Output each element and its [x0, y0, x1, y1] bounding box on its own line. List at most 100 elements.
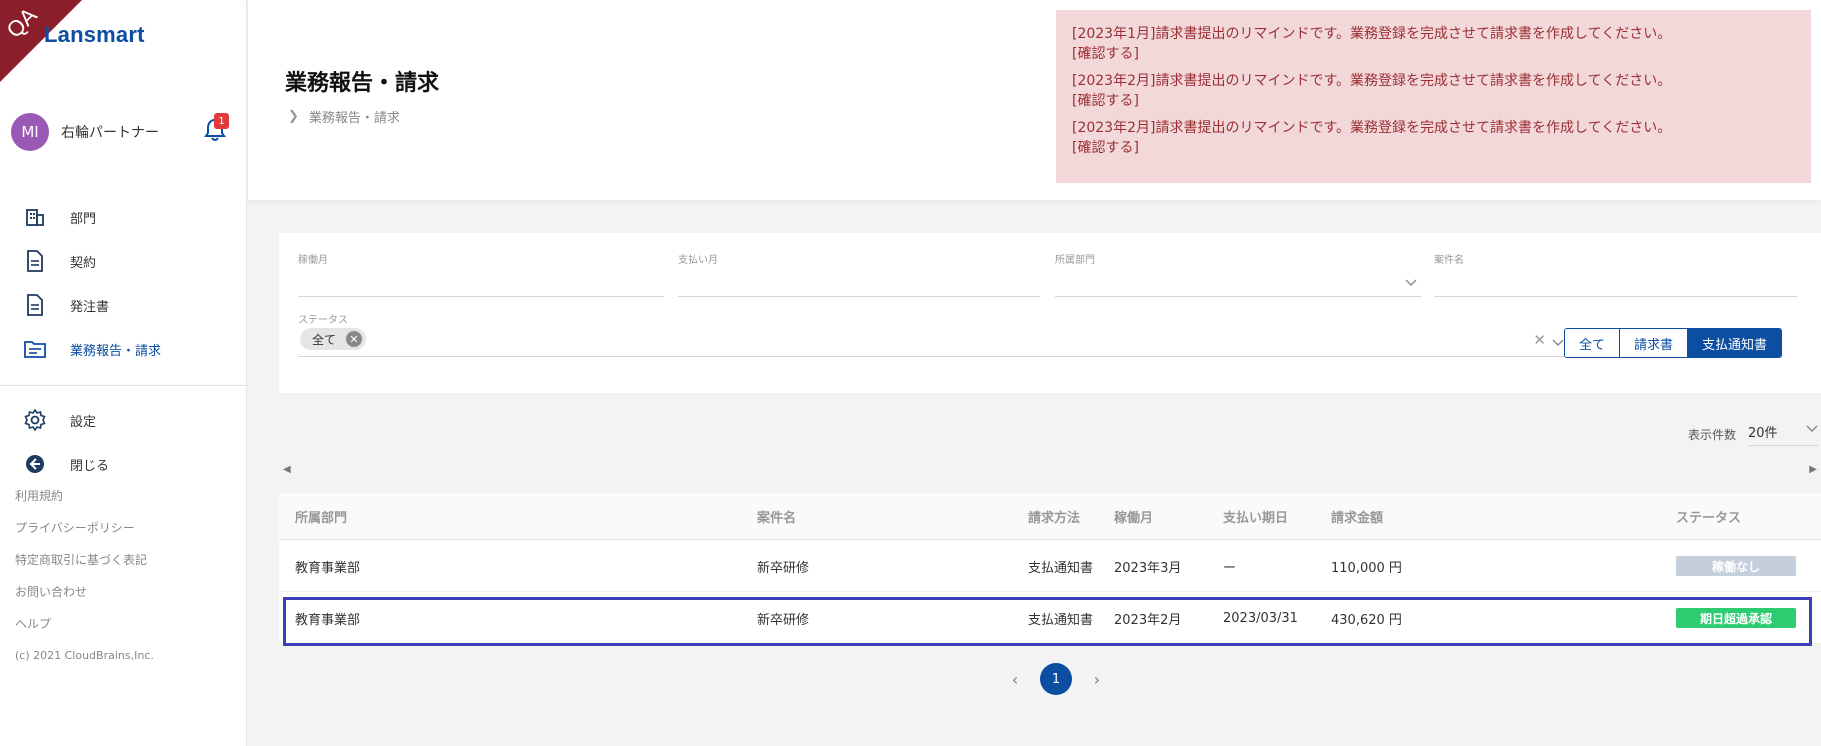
page-size-control: 表示件数 20件 [1688, 422, 1819, 446]
sidebar-nav: 部門 契約 発注書 業務報告・請求 設定 閉じる [0, 195, 246, 486]
sidebar-item-contract[interactable]: 契約 [0, 239, 246, 283]
alert-text: [2023年1月]請求書提出のリマインドです。業務登録を完成させて請求書を作成し… [1072, 26, 1672, 42]
sidebar-item-work-report[interactable]: 業務報告・請求 [0, 327, 246, 371]
breadcrumb: ❯ 業務報告・請求 [288, 107, 400, 126]
sidebar-item-label: 業務報告・請求 [70, 343, 162, 359]
breadcrumb-item[interactable]: 業務報告・請求 [309, 107, 400, 126]
cell-project: 新卒研修 [757, 612, 810, 628]
status-chip[interactable]: 全て ✕ [300, 328, 367, 350]
next-page-icon[interactable]: › [1082, 670, 1112, 689]
alert-item: [2023年1月]請求書提出のリマインドです。業務登録を完成させて請求書を作成し… [1072, 24, 1795, 64]
privacy-link[interactable]: プライバシーポリシー [15, 519, 154, 551]
chevron-down-icon [1405, 275, 1417, 291]
status-select[interactable]: ステータス ✕ [298, 311, 1568, 357]
column-header: 請求金額 [1331, 510, 1384, 526]
horizontal-scrollbar[interactable]: ◀ ▶ [279, 460, 1821, 478]
copyright: (c) 2021 CloudBrains,Inc. [15, 649, 154, 662]
sidebar-item-label: 発注書 [70, 299, 110, 315]
notification-badge: 1 [214, 113, 229, 129]
chip-remove-icon[interactable]: ✕ [346, 331, 363, 347]
department-label: 所属部門 [1055, 255, 1095, 266]
pagination: ‹ 1 › [1000, 663, 1112, 695]
document-icon [24, 294, 46, 316]
user-profile[interactable]: MI 右輪パートナー [11, 113, 159, 151]
terms-link[interactable]: 利用規約 [15, 487, 154, 519]
reminder-alert: [2023年1月]請求書提出のリマインドです。業務登録を完成させて請求書を作成し… [1056, 10, 1811, 183]
payment-month-label: 支払い月 [678, 255, 718, 266]
logo-text: Lansmart [44, 22, 145, 47]
cell-department: 教育事業部 [295, 612, 361, 628]
alert-text: [2023年2月]請求書提出のリマインドです。業務登録を完成させて請求書を作成し… [1072, 120, 1672, 136]
table-row[interactable]: 教育事業部 新卒研修 支払通知書 2023年3月 ー 110,000 円 稼働な… [279, 540, 1821, 592]
sidebar: QA Lansmart MI 右輪パートナー 1 部門 契約 発注書 業務報告・… [0, 0, 247, 746]
payment-month-field[interactable]: 支払い月 [678, 251, 1040, 297]
filter-panel: 稼働月 支払い月 所属部門 案件名 ステータス ✕ 全て ✕ [279, 233, 1821, 393]
confirm-link[interactable]: [確認する] [1072, 44, 1795, 64]
column-header: 支払い期日 [1223, 510, 1289, 526]
work-month-field[interactable]: 稼働月 [298, 251, 664, 297]
column-header: 所属部門 [295, 510, 348, 526]
gear-icon [24, 409, 46, 431]
commerce-law-link[interactable]: 特定商取引に基づく表記 [15, 551, 154, 583]
sidebar-collapse-button[interactable]: 閉じる [0, 442, 246, 486]
page-size-value: 20件 [1748, 426, 1778, 441]
cell-amount: 110,000 円 [1331, 560, 1402, 576]
cell-method: 支払通知書 [1028, 560, 1094, 576]
column-header: 稼働月 [1114, 510, 1154, 526]
toggle-all-button[interactable]: 全て [1565, 329, 1621, 357]
cell-status: 稼働なし [1676, 540, 1796, 592]
cell-due-date: 2023/03/31 [1223, 610, 1298, 626]
sidebar-item-purchase-order[interactable]: 発注書 [0, 283, 246, 327]
work-month-label: 稼働月 [298, 255, 328, 266]
cell-project: 新卒研修 [757, 560, 810, 576]
sidebar-item-label: 部門 [70, 211, 97, 227]
building-icon [24, 206, 46, 228]
status-chip-label: 全て [312, 332, 337, 347]
user-name: 右輪パートナー [61, 125, 159, 141]
billing-table: 所属部門 案件名 請求方法 稼働月 支払い期日 請求金額 ステータス 教育事業部… [279, 493, 1821, 644]
page-size-select[interactable]: 20件 [1748, 422, 1819, 446]
cell-method: 支払通知書 [1028, 612, 1094, 628]
column-header: ステータス [1676, 510, 1742, 526]
status-label: ステータス [298, 315, 348, 326]
cell-department: 教育事業部 [295, 560, 361, 576]
prev-page-icon[interactable]: ‹ [1000, 670, 1030, 689]
column-header: 請求方法 [1028, 510, 1081, 526]
cell-month: 2023年3月 [1114, 560, 1182, 576]
scroll-left-icon[interactable]: ◀ [283, 464, 291, 475]
folder-icon [24, 338, 46, 360]
help-link[interactable]: ヘルプ [15, 615, 154, 647]
toggle-invoice-button[interactable]: 請求書 [1620, 329, 1689, 357]
cell-due-date: ー [1223, 560, 1237, 576]
arrow-left-circle-icon [24, 453, 46, 475]
sidebar-item-label: 設定 [70, 414, 97, 430]
table-row[interactable]: 教育事業部 新卒研修 支払通知書 2023年2月 2023/03/31 430,… [279, 592, 1821, 644]
department-select[interactable]: 所属部門 [1055, 251, 1421, 297]
cell-status: 期日超過承認 [1676, 592, 1796, 644]
project-name-label: 案件名 [1434, 255, 1464, 266]
project-name-field[interactable]: 案件名 [1434, 251, 1797, 297]
cell-amount: 430,620 円 [1331, 612, 1402, 628]
page-size-label: 表示件数 [1688, 427, 1737, 442]
confirm-link[interactable]: [確認する] [1072, 91, 1795, 111]
document-type-toggle: 全て 請求書 支払通知書 [1564, 328, 1783, 358]
toggle-payment-notice-button[interactable]: 支払通知書 [1688, 329, 1782, 357]
logo[interactable]: Lansmart [44, 22, 145, 48]
chevron-right-icon: ❯ [288, 109, 299, 124]
page-title: 業務報告・請求 [285, 71, 440, 96]
sidebar-item-department[interactable]: 部門 [0, 195, 246, 239]
footer-links: 利用規約 プライバシーポリシー 特定商取引に基づく表記 お問い合わせ ヘルプ (… [15, 487, 154, 662]
contact-link[interactable]: お問い合わせ [15, 583, 154, 615]
sidebar-item-settings[interactable]: 設定 [0, 398, 246, 442]
sidebar-item-label: 閉じる [70, 458, 110, 474]
clear-icon[interactable]: ✕ [1533, 331, 1546, 349]
page-number[interactable]: 1 [1040, 663, 1072, 695]
table-header: 所属部門 案件名 請求方法 稼働月 支払い期日 請求金額 ステータス [279, 493, 1821, 540]
scroll-right-icon[interactable]: ▶ [1809, 464, 1817, 475]
alert-text: [2023年2月]請求書提出のリマインドです。業務登録を完成させて請求書を作成し… [1072, 73, 1672, 89]
cell-month: 2023年2月 [1114, 612, 1182, 628]
alert-item: [2023年2月]請求書提出のリマインドです。業務登録を完成させて請求書を作成し… [1072, 118, 1795, 158]
chevron-down-icon [1806, 422, 1818, 441]
confirm-link[interactable]: [確認する] [1072, 138, 1795, 158]
divider [0, 385, 246, 386]
